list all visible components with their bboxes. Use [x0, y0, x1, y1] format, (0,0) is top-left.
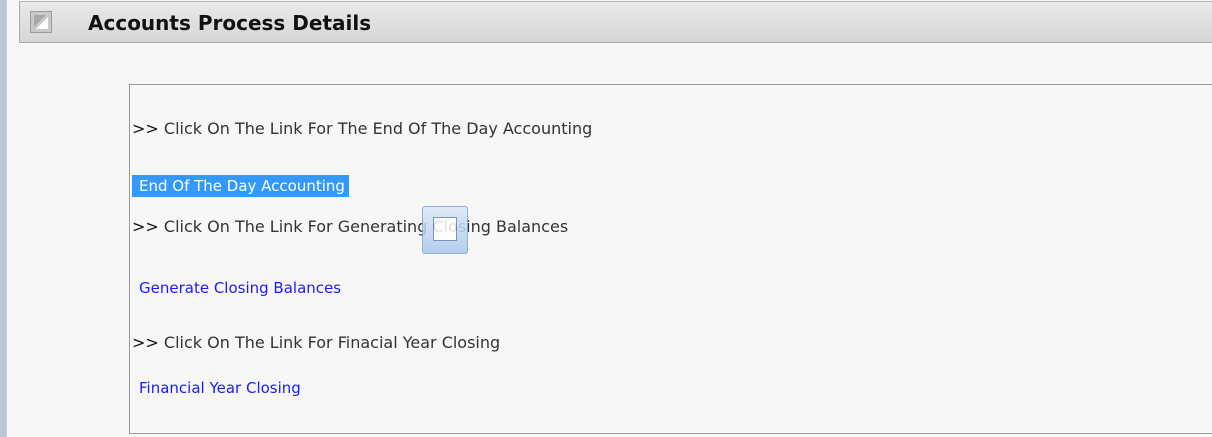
instruction-arrows: >>: [132, 333, 159, 352]
expand-window-inner: [433, 217, 457, 241]
generate-closing-balances-link[interactable]: Generate Closing Balances: [139, 279, 341, 297]
expand-window-icon[interactable]: [422, 206, 468, 254]
financial-year-closing-link[interactable]: Financial Year Closing: [139, 379, 301, 397]
instruction-text: Click On The Link For The End Of The Day…: [163, 119, 593, 138]
panel-header: Accounts Process Details: [19, 1, 1212, 43]
instruction-eod: >> Click On The Link For The End Of The …: [132, 119, 592, 138]
content-box: >> Click On The Link For The End Of The …: [129, 84, 1212, 434]
end-of-day-accounting-link[interactable]: End Of The Day Accounting: [132, 175, 349, 197]
instruction-text: Click On The Link For Generating Closing…: [163, 217, 569, 236]
page-title: Accounts Process Details: [88, 11, 372, 35]
instruction-closing-balances: >> Click On The Link For Generating Clos…: [132, 217, 568, 236]
instruction-arrows: >>: [132, 217, 159, 236]
collapse-corner-icon[interactable]: [30, 11, 52, 33]
instruction-year-closing: >> Click On The Link For Finacial Year C…: [132, 333, 500, 352]
instruction-arrows: >>: [132, 119, 159, 138]
instruction-text: Click On The Link For Finacial Year Clos…: [163, 333, 501, 352]
accounts-process-panel: Accounts Process Details >> Click On The…: [6, 0, 1212, 437]
